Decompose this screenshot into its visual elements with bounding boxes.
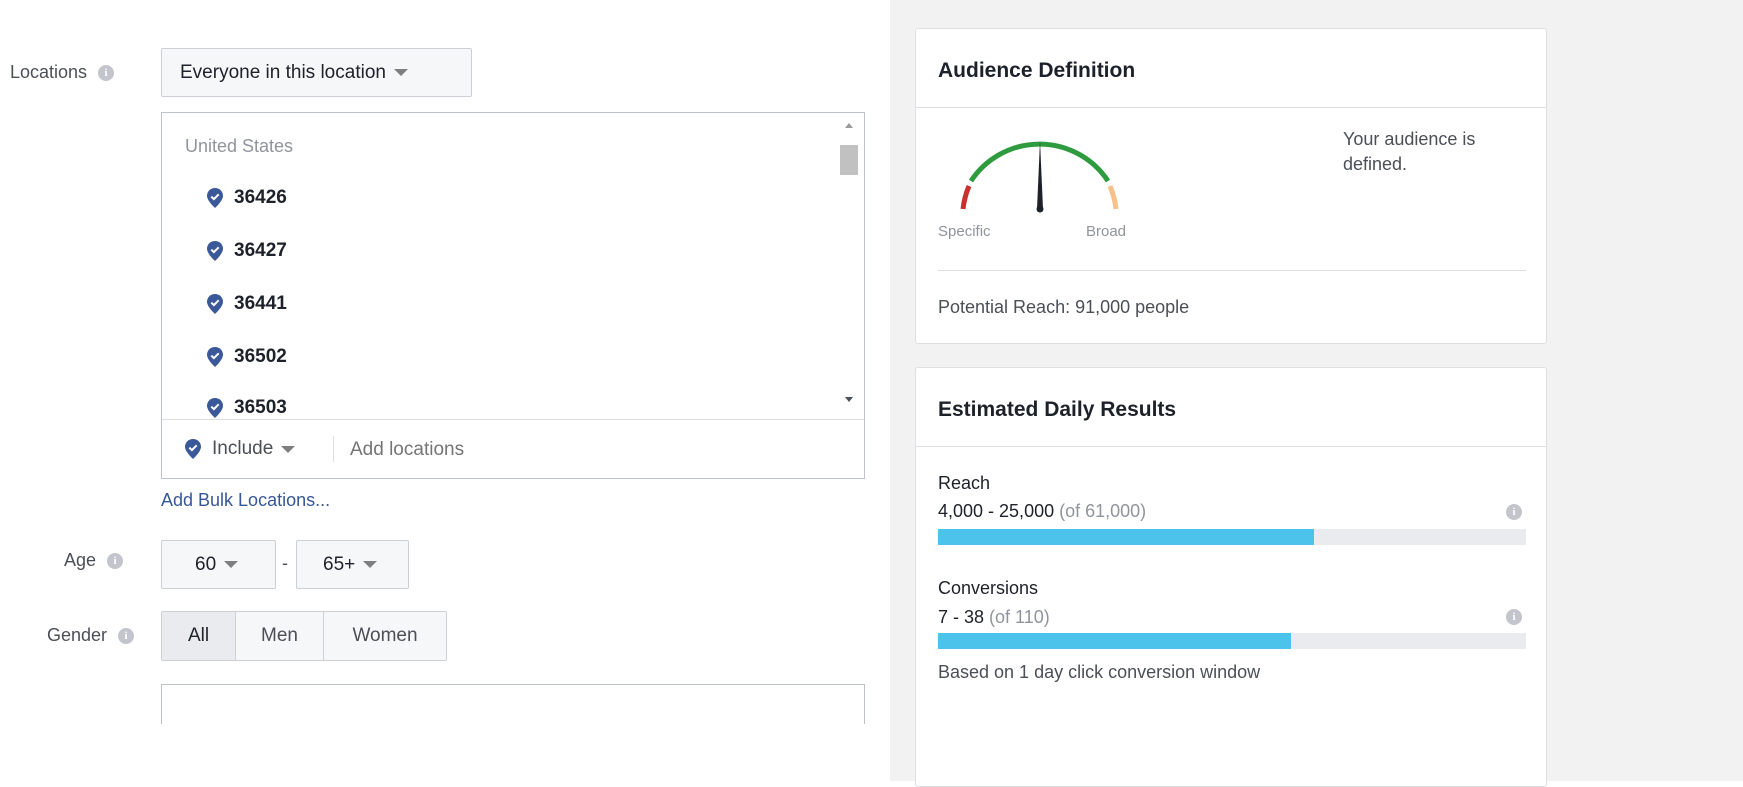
scroll-up-arrow-icon: [845, 123, 853, 128]
metric-value: 7 - 38 (of 110): [938, 607, 1050, 627]
gender-all-button[interactable]: All: [162, 612, 236, 660]
locations-label: Locations i: [10, 62, 115, 83]
list-item[interactable]: 36427: [206, 240, 287, 262]
gender-women-button[interactable]: Women: [324, 612, 446, 660]
list-item[interactable]: 36503: [206, 397, 287, 419]
age-separator: -: [282, 553, 288, 573]
caret-down-icon: [281, 445, 296, 453]
metric-label: Reach: [938, 473, 991, 493]
map-pin-icon: [207, 346, 223, 367]
include-dropdown[interactable]: Include: [184, 438, 296, 460]
list-item[interactable]: 36441: [206, 293, 287, 315]
gender-label: Gender i: [47, 625, 135, 646]
audience-status-text: Your audience is defined.: [1343, 129, 1476, 174]
locations-footer: Include: [162, 419, 864, 479]
metric-label: Conversions: [938, 578, 1039, 598]
map-pin-icon: [207, 293, 223, 314]
info-icon[interactable]: i: [1506, 504, 1522, 520]
map-pin-icon: [207, 240, 223, 261]
divider: [916, 107, 1546, 108]
age-max-dropdown[interactable]: 65+: [296, 540, 409, 589]
scrollbar-graphic: [840, 123, 858, 402]
card-title: Audience Definition: [938, 59, 1136, 82]
locations-box: United States 36426 36427 36441 36502 36…: [161, 112, 865, 479]
map-pin-icon: [207, 187, 223, 208]
location-type-dropdown[interactable]: Everyone in this location: [161, 48, 472, 97]
gauge-specific-arc: [960, 185, 972, 210]
add-locations-input[interactable]: [348, 432, 832, 468]
estimated-daily-results-card: Estimated Daily Results Reach 4,000 - 25…: [915, 367, 1547, 787]
list-item[interactable]: 36426: [206, 187, 287, 209]
scrollbar-thumb: [840, 145, 858, 175]
age-label: Age i: [64, 550, 124, 571]
country-label: United States: [185, 136, 294, 156]
locations-list[interactable]: United States 36426 36427 36441 36502 36…: [162, 113, 834, 419]
map-pin-icon: [207, 397, 223, 418]
info-icon[interactable]: i: [98, 65, 115, 82]
audience-definition-card: Audience Definition Specific Broad Your …: [915, 28, 1547, 344]
card-title: Estimated Daily Results: [938, 398, 1177, 421]
gauge-specific-label: Specific: [938, 223, 991, 240]
map-pin-icon: [185, 439, 201, 459]
next-field-box[interactable]: [161, 684, 865, 724]
caret-down-icon: [224, 561, 239, 568]
scroll-down-arrow-icon: [845, 397, 853, 402]
gauge-hub: [1036, 205, 1044, 213]
scrollbar[interactable]: [834, 113, 864, 419]
gauge-broad-arc: [1107, 185, 1119, 210]
potential-reach-text: Potential Reach: 91,000 people: [938, 297, 1190, 317]
conversions-progress-fill: [938, 633, 1291, 649]
metric-value: 4,000 - 25,000 (of 61,000): [938, 501, 1147, 521]
gauge-needle: [1037, 141, 1043, 209]
add-bulk-locations-link[interactable]: Add Bulk Locations...: [161, 490, 330, 511]
divider: [916, 446, 1546, 447]
gauge-broad-label: Broad: [1086, 223, 1127, 240]
divider: [938, 270, 1526, 271]
info-icon[interactable]: i: [1506, 609, 1522, 625]
caret-down-icon: [393, 69, 408, 76]
gender-segmented-control: All Men Women: [161, 611, 447, 661]
caret-down-icon: [363, 561, 378, 568]
gender-men-button[interactable]: Men: [236, 612, 324, 660]
divider: [333, 436, 334, 462]
conversions-progress-bar: [938, 633, 1526, 649]
reach-progress-fill: [938, 529, 1315, 545]
age-min-dropdown[interactable]: 60: [161, 540, 276, 589]
reach-progress-bar: [938, 529, 1526, 545]
conversion-window-note: Based on 1 day click conversion window: [938, 662, 1261, 682]
info-icon[interactable]: i: [107, 553, 124, 570]
info-icon[interactable]: i: [118, 628, 135, 645]
list-item[interactable]: 36502: [206, 346, 287, 368]
